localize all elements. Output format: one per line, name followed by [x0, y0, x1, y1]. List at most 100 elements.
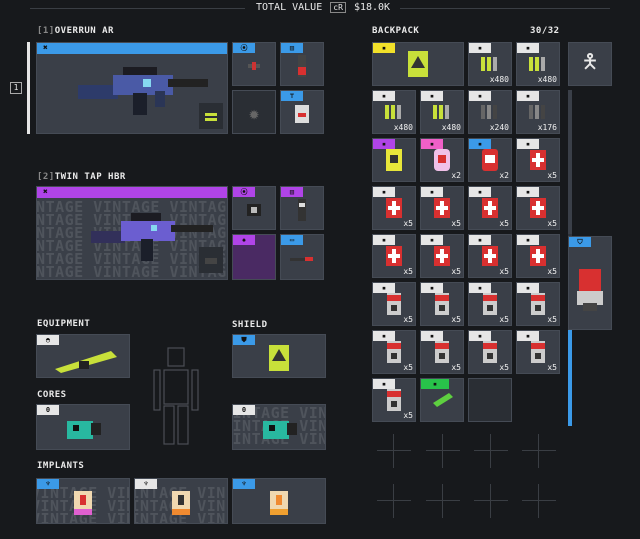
shield-tag: ⛊ — [233, 335, 255, 345]
item-quantity: x480 — [441, 123, 461, 132]
assault-rifle-image — [78, 67, 208, 115]
backpack-slot[interactable]: ▪ x5 — [420, 186, 464, 230]
header-line-left — [30, 8, 245, 9]
item-quantity: x176 — [537, 123, 557, 132]
backpack-slot[interactable]: ▪ — [372, 138, 416, 182]
weapon-2-title: [2]TWIN TAP HBR — [37, 172, 126, 182]
item-quantity: x5 — [451, 219, 461, 228]
backpack-slot[interactable]: ▪ — [420, 378, 464, 422]
core-slot-2[interactable]: VINTAGE VINVINTAGE VINTAVINTAGE VINTA 0 — [232, 404, 326, 450]
backpack-slot[interactable]: ▪ x5 — [516, 330, 560, 374]
implant-tag-2: ♆ — [135, 479, 157, 489]
weapon-2-mod-2[interactable]: ▥ — [280, 186, 324, 230]
core-count-2: 0 — [233, 405, 255, 415]
item-quantity: x5 — [403, 411, 413, 420]
backpack-scrollbar[interactable] — [568, 330, 572, 426]
implant-tag-3: ♆ — [233, 479, 255, 489]
weapon-1-mod-4[interactable]: ⊤ — [280, 90, 324, 134]
item-icon — [431, 339, 453, 369]
backpack-slot[interactable]: ▪ x480 — [420, 90, 464, 134]
large-item-tag: ⛉ — [569, 237, 591, 247]
backpack-slot[interactable]: ▪ x5 — [372, 186, 416, 230]
backpack-slot[interactable]: ▪ x5 — [468, 234, 512, 278]
item-quantity: x5 — [547, 363, 557, 372]
mod-4-tag: ▭ — [281, 235, 303, 245]
backpack-slot[interactable]: ▪ x5 — [372, 378, 416, 422]
backpack-slot-character[interactable]: 🯅 — [568, 42, 612, 86]
backpack-slot[interactable]: ▪ x5 — [420, 330, 464, 374]
item-icon — [383, 195, 405, 225]
weapon-2-mod-3[interactable]: ✹ — [232, 234, 276, 280]
total-value-label: TOTAL VALUE — [256, 2, 323, 13]
implant-slot-1[interactable]: VINTAGE VINVINTAGE VINVINTAGE VIN ♆ — [36, 478, 130, 524]
backpack-slot[interactable]: ▪ x5 — [420, 282, 464, 326]
backpack-slot[interactable]: ▪ x5 — [468, 186, 512, 230]
weapon-1-title: [1]OVERRUN AR — [37, 26, 114, 36]
backpack-slot[interactable] — [468, 378, 512, 422]
rarity-tag: ▪ — [469, 91, 491, 101]
backpack-slot[interactable]: ▪ x240 — [468, 90, 512, 134]
backpack-slot[interactable]: ▪ x5 — [468, 330, 512, 374]
body-silhouette — [153, 347, 199, 445]
item-icon — [383, 243, 405, 273]
rarity-tag: ▪ — [469, 43, 491, 53]
item-icon — [383, 147, 405, 177]
item-quantity: x480 — [489, 75, 509, 84]
currency-badge: cR — [330, 2, 346, 13]
backpack-slot[interactable]: ▪ x5 — [372, 282, 416, 326]
crossed-guns-icon: ✖ — [43, 187, 48, 196]
total-value: TOTAL VALUE cR $18.0K — [256, 2, 390, 13]
item-icon — [479, 195, 501, 225]
backpack-slot[interactable]: ▪ x5 — [516, 138, 560, 182]
backpack-slot[interactable]: ▪ x5 — [516, 282, 560, 326]
shield-slot[interactable]: ⛊ — [232, 334, 326, 378]
implant-slot-2[interactable]: VINTAGE VINVINTAGE VINVINTAGE VIN ♆ — [134, 478, 228, 524]
backpack-title: BACKPACK — [372, 26, 420, 36]
item-quantity: x5 — [547, 267, 557, 276]
weapon-1-mod-3[interactable]: ✹ — [232, 90, 276, 134]
rarity-tag: ▪ — [517, 43, 539, 53]
core-device-icon — [67, 421, 101, 440]
backpack-slot[interactable]: ▪ x5 — [372, 234, 416, 278]
backpack-slot[interactable]: ▪ x480 — [468, 42, 512, 86]
core-device-icon — [263, 421, 297, 440]
weapon-1-mod-1[interactable]: ⦿ — [232, 42, 276, 86]
item-quantity: x5 — [403, 363, 413, 372]
item-quantity: x5 — [547, 171, 557, 180]
backpack-slot[interactable]: ▪ x5 — [468, 282, 512, 326]
weapon-2-slot[interactable]: VINTAGE VINTAGE VINTAGEVINTAGE VINTAGE V… — [36, 186, 228, 280]
implants-title: IMPLANTS — [37, 461, 85, 471]
weapon-1-attachment-mag[interactable] — [199, 103, 223, 129]
backpack-slot[interactable]: ▪ x2 — [420, 138, 464, 182]
stock-attachment-icon — [205, 258, 217, 265]
item-icon — [527, 195, 549, 225]
backpack-slot[interactable]: ▪ x2 — [468, 138, 512, 182]
item-icon — [383, 291, 405, 321]
item-icon — [383, 387, 405, 417]
backpack-slot[interactable]: ▪ x176 — [516, 90, 560, 134]
equipment-slot[interactable]: ◓ — [36, 334, 130, 378]
rarity-tag: ▪ — [373, 43, 395, 53]
weapon-2-mod-1[interactable]: ⦿ — [232, 186, 276, 230]
item-quantity: x5 — [403, 267, 413, 276]
item-icon — [527, 147, 549, 177]
weapon-2-mod-4[interactable]: ▭ — [280, 234, 324, 280]
backpack-slot[interactable]: ▪ x5 — [516, 186, 560, 230]
item-icon — [527, 243, 549, 273]
backpack-slot-large[interactable]: ⛉ — [568, 236, 612, 330]
weapon-1-slot[interactable]: ✖ — [36, 42, 228, 134]
core-slot-1[interactable]: 0 — [36, 404, 130, 450]
backpack-slot[interactable]: ▪ x480 — [516, 42, 560, 86]
grenade-launcher-icon — [55, 351, 117, 373]
backpack-slot[interactable]: ▪ x5 — [372, 330, 416, 374]
backpack-slot[interactable]: ▪ x480 — [372, 90, 416, 134]
weapon-1-mod-2[interactable]: ▥ — [280, 42, 324, 86]
backpack-slot[interactable]: ▪ x5 — [516, 234, 560, 278]
backpack-scrollbar-upper[interactable] — [568, 90, 572, 234]
weapon-2-attachment[interactable] — [199, 247, 223, 273]
weapon-1-marker[interactable]: 1 — [10, 82, 22, 94]
implant-slot-3[interactable]: ♆ — [232, 478, 326, 524]
backpack-slot[interactable]: ▪ — [372, 42, 464, 86]
total-value-amount: $18.0K — [353, 2, 391, 13]
backpack-slot[interactable]: ▪ x5 — [420, 234, 464, 278]
